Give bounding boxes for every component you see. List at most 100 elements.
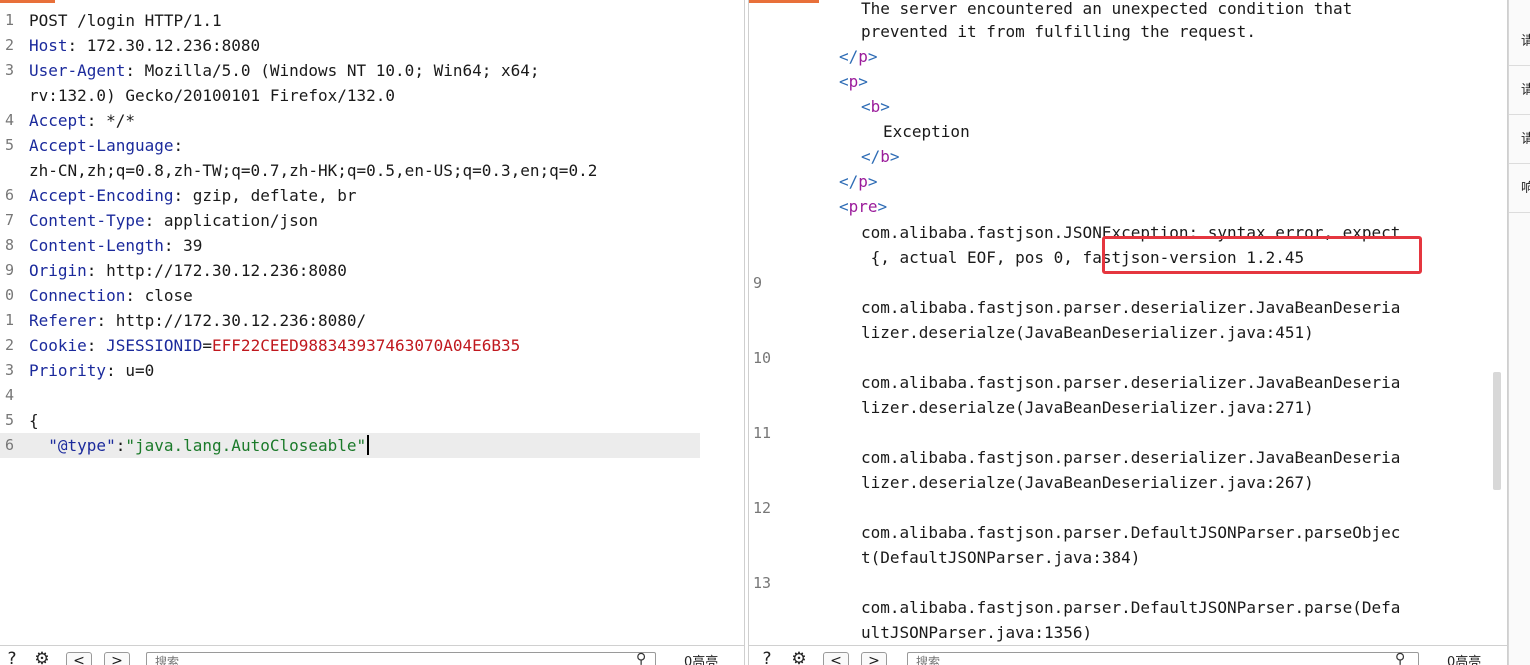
side-item-1[interactable]: 请: [1509, 67, 1530, 115]
request-line[interactable]: 1 Referer: http://172.30.12.236:8080/: [0, 308, 744, 333]
response-line: com.alibaba.fastjson.parser.DefaultJSONP…: [749, 520, 1507, 545]
code-token: : gzip, deflate, br: [173, 186, 357, 205]
html-tag: </p>: [839, 47, 878, 66]
gear-icon[interactable]: ⚙: [789, 649, 809, 665]
line-number: 7: [4, 211, 14, 229]
response-line: lizer.deserialze(JavaBeanDeserializer.ja…: [749, 395, 1507, 420]
line-number: 11: [753, 424, 772, 442]
help-icon[interactable]: ?: [2, 649, 22, 665]
response-search-input[interactable]: [907, 652, 1419, 665]
request-line[interactable]: rv:132.0) Gecko/20100101 Firefox/132.0: [0, 83, 744, 108]
request-line[interactable]: 3 User-Agent: Mozilla/5.0 (Windows NT 10.…: [0, 58, 744, 83]
line-number: 1: [4, 311, 14, 329]
line-text: com.alibaba.fastjson.parser.deserializer…: [861, 448, 1401, 467]
line-text: Referer: http://172.30.12.236:8080/: [29, 308, 366, 333]
line-number: 2: [4, 336, 14, 354]
line-text: ultJSONParser.java:1356): [861, 623, 1093, 642]
html-tag: </p>: [839, 172, 878, 191]
line-text: The server encountered an unexpected con…: [861, 0, 1353, 18]
line-text: com.alibaba.fastjson.parser.DefaultJSONP…: [861, 598, 1401, 617]
code-token: Host: [29, 36, 68, 55]
text-caret: [367, 435, 370, 455]
code-token: : u=0: [106, 361, 155, 380]
request-editor[interactable]: 1 POST /login HTTP/1.1 2 Host: 172.30.12.23…: [0, 0, 745, 665]
tag-name: b: [870, 97, 881, 116]
code-token: EFF22CEED988343937463070A04E6B35: [212, 336, 521, 355]
request-line[interactable]: 0 Connection: close: [0, 283, 744, 308]
code-token: Connection: [29, 286, 126, 305]
line-text: "@type":"java.lang.AutoCloseable": [29, 433, 370, 458]
request-line[interactable]: 8 Content-Length: 39: [0, 233, 744, 258]
response-line: 9: [749, 271, 1507, 296]
search-icon[interactable]: ⚲: [636, 651, 646, 665]
code-token: : application/json: [144, 211, 318, 230]
prev-match-button[interactable]: <: [823, 652, 849, 665]
request-line[interactable]: 4: [0, 383, 744, 408]
response-line: ultJSONParser.java:1356): [749, 620, 1507, 645]
line-number: 0: [4, 286, 14, 304]
response-line: </b>: [749, 144, 1507, 169]
code-token: JSESSIONID: [106, 336, 203, 355]
side-item-3[interactable]: 响: [1509, 165, 1530, 213]
next-match-button[interactable]: >: [104, 652, 130, 665]
prev-match-button[interactable]: <: [66, 652, 92, 665]
html-tag: <b>: [861, 97, 890, 116]
line-text: Accept: */*: [29, 108, 135, 133]
line-text: lizer.deserialze(JavaBeanDeserializer.ja…: [861, 473, 1314, 492]
request-line[interactable]: 3 Priority: u=0: [0, 358, 744, 383]
side-item-0[interactable]: 请: [1509, 18, 1530, 66]
response-line: 12: [749, 496, 1507, 521]
response-line: Exception: [749, 119, 1507, 144]
request-line[interactable]: 6 "@type":"java.lang.AutoCloseable": [0, 433, 700, 458]
code-token: Content-Length: [29, 236, 164, 255]
code-token: : http://172.30.12.236:8080: [86, 261, 347, 280]
request-search-input[interactable]: [146, 652, 656, 665]
request-line[interactable]: 7 Content-Type: application/json: [0, 208, 744, 233]
request-line[interactable]: 5 Accept-Language:: [0, 133, 744, 158]
request-line[interactable]: 5{: [0, 408, 744, 433]
help-icon[interactable]: ?: [757, 649, 777, 665]
line-text: com.alibaba.fastjson.parser.DefaultJSONP…: [861, 523, 1401, 542]
request-tab-indicator: [0, 0, 55, 3]
request-line[interactable]: 2 Cookie: JSESSIONID=EFF22CEED98834393746…: [0, 333, 744, 358]
line-number: 12: [753, 499, 772, 517]
line-text: Content-Length: 39: [29, 233, 202, 258]
code-token: :: [173, 136, 184, 155]
response-line: prevented it from fulfilling the request…: [749, 19, 1507, 44]
line-text: zh-CN,zh;q=0.8,zh-TW;q=0.7,zh-HK;q=0.5,e…: [29, 158, 597, 183]
line-number: 9: [753, 274, 763, 292]
line-number: 3: [4, 361, 14, 379]
line-text: Connection: close: [29, 283, 193, 308]
response-line: 13: [749, 571, 1507, 596]
code-token: : close: [125, 286, 193, 305]
side-item-2[interactable]: 请: [1509, 116, 1530, 164]
line-number: 5: [4, 136, 14, 154]
response-viewer[interactable]: The server encountered an unexpected con…: [748, 0, 1508, 665]
code-token: : 39: [163, 236, 203, 255]
request-line[interactable]: 6 Accept-Encoding: gzip, deflate, br: [0, 183, 744, 208]
request-line[interactable]: 4 Accept: */*: [0, 108, 744, 133]
search-icon[interactable]: ⚲: [1395, 651, 1405, 665]
code-token: POST /login HTTP/1.1: [29, 11, 222, 30]
gear-icon[interactable]: ⚙: [32, 649, 52, 665]
response-scrollbar[interactable]: [1493, 372, 1501, 490]
line-number: 4: [4, 386, 14, 404]
code-token: :: [86, 336, 107, 355]
line-text: prevented it from fulfilling the request…: [861, 22, 1256, 41]
response-line: lizer.deserialze(JavaBeanDeserializer.ja…: [749, 470, 1507, 495]
code-token: Referer: [29, 311, 97, 330]
line-text: lizer.deserialze(JavaBeanDeserializer.ja…: [861, 323, 1314, 342]
code-token: Cookie: [29, 336, 87, 355]
tag-name: p: [848, 72, 859, 91]
request-line[interactable]: 2 Host: 172.30.12.236:8080: [0, 33, 744, 58]
line-number: 5: [4, 411, 14, 429]
next-match-button[interactable]: >: [861, 652, 887, 665]
request-line[interactable]: zh-CN,zh;q=0.8,zh-TW;q=0.7,zh-HK;q=0.5,e…: [0, 158, 744, 183]
request-line[interactable]: 1 POST /login HTTP/1.1: [0, 8, 744, 33]
request-line[interactable]: 9 Origin: http://172.30.12.236:8080: [0, 258, 744, 283]
line-number: 9: [4, 261, 14, 279]
line-text: User-Agent: Mozilla/5.0 (Windows NT 10.0…: [29, 58, 540, 83]
code-token: : Mozilla/5.0 (Windows NT 10.0; Win64; x…: [125, 61, 540, 80]
line-number: 1: [4, 11, 14, 29]
request-lines[interactable]: 1 POST /login HTTP/1.1 2 Host: 172.30.12.23…: [0, 8, 744, 458]
